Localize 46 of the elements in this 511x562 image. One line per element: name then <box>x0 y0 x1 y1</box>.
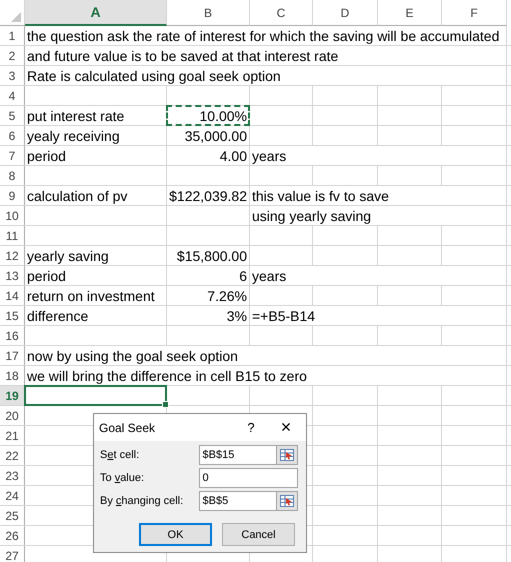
row-header[interactable]: 21 <box>0 426 25 445</box>
row-header[interactable]: 16 <box>0 326 25 345</box>
cell-text: yealy receiving <box>25 128 122 144</box>
column-header[interactable]: B <box>167 0 250 26</box>
cell-text: $15,800.00 <box>174 248 249 264</box>
dialog-button[interactable]: Cancel <box>222 523 295 546</box>
cell-text: period <box>25 268 68 284</box>
row-header[interactable]: 10 <box>0 206 25 225</box>
row-header[interactable]: 19 <box>0 386 25 405</box>
cell-text: now by using the goal seek option <box>25 348 240 364</box>
row-header[interactable]: 27 <box>0 546 25 562</box>
row-header[interactable]: 8 <box>0 166 25 185</box>
column-header[interactable]: F <box>442 0 507 26</box>
dialog-button[interactable]: OK <box>139 523 212 546</box>
field-label: To value: <box>100 472 146 484</box>
dialog-title: Goal Seek <box>99 420 156 434</box>
cell-text: the question ask the rate of interest for which the saving will be accumulated <box>25 28 502 44</box>
row-header[interactable]: 26 <box>0 526 25 545</box>
column-header[interactable]: C <box>250 0 313 26</box>
cell-text: this value is fv to save <box>250 188 391 204</box>
field-label: By changing cell: <box>100 495 184 507</box>
row-header[interactable]: 20 <box>0 406 25 425</box>
row-header[interactable]: 4 <box>0 86 25 105</box>
column-header[interactable]: D <box>313 0 378 26</box>
cell-text: return on investment <box>25 288 157 304</box>
field-label: Set cell: <box>100 449 140 461</box>
cell-text: difference <box>25 308 90 324</box>
cell-text: yearly saving <box>25 248 111 264</box>
cell-text: period <box>25 148 68 164</box>
row-header[interactable]: 25 <box>0 506 25 525</box>
cell-text: calculation of pv <box>25 188 130 204</box>
row-header[interactable]: 11 <box>0 226 25 245</box>
cell-text: Rate is calculated using goal seek option <box>25 68 283 84</box>
row-header[interactable]: 23 <box>0 466 25 485</box>
column-header[interactable]: E <box>378 0 442 26</box>
grid-cell[interactable]: 10.00% <box>167 106 250 125</box>
cell-text: we will bring the difference in cell B15 to zero <box>25 368 309 384</box>
help-button[interactable]: ? <box>236 420 266 435</box>
row-header[interactable]: 24 <box>0 486 25 505</box>
cell-text: put interest rate <box>25 108 126 124</box>
column-header[interactable]: A <box>25 0 167 26</box>
close-button[interactable]: × <box>266 417 306 438</box>
row-header[interactable]: 22 <box>0 446 25 465</box>
cell-text: and future value is to be saved at that interest rate <box>25 48 340 64</box>
cell-text: using yearly saving <box>250 208 374 224</box>
input-field[interactable]: 0 <box>200 469 297 487</box>
